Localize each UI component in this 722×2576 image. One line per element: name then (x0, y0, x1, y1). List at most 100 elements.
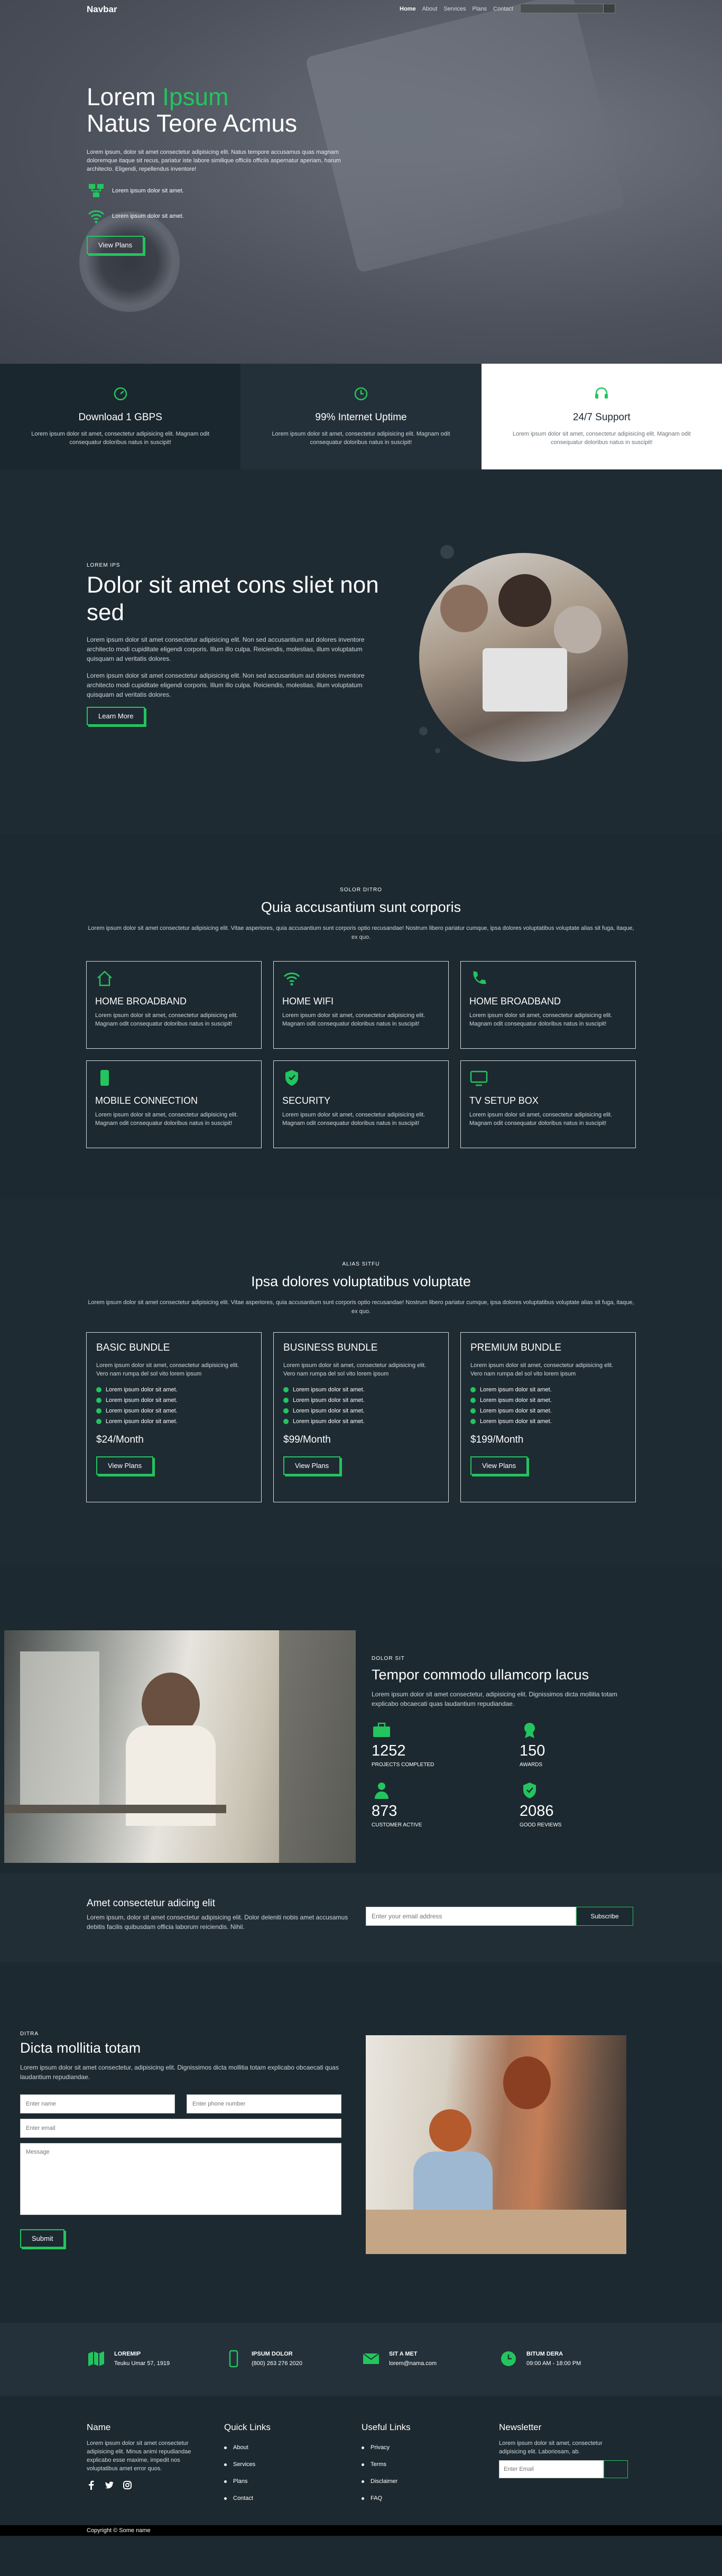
speedometer-icon (114, 387, 127, 401)
footer-link[interactable]: Plans (224, 2473, 362, 2490)
services-tag: SOLOR DITRO (340, 887, 382, 893)
services-title: Quia accusantium sunt corporis (261, 899, 461, 915)
stat-item: 2086 GOOD REVIEWS (520, 1781, 625, 1828)
footer-link[interactable]: Services (224, 2456, 362, 2473)
hero-feature: Lorem ipsum dolor sit amet. (87, 183, 362, 199)
stat-item: 873 CUSTOMER ACTIVE (372, 1781, 520, 1828)
navbar: Navbar Home About Services Plans Contact (0, 0, 722, 18)
subscribe-form: Subscribe (366, 1907, 633, 1926)
clock-icon (354, 387, 368, 401)
shield-icon (285, 1070, 298, 1086)
email-field[interactable] (20, 2119, 341, 2138)
hero-content: Lorem Ipsum Natus Teore Acmus Lorem ipsu… (87, 84, 362, 254)
view-plans-button[interactable]: View Plans (87, 236, 144, 254)
view-plans-button[interactable]: View Plans (470, 1456, 528, 1475)
services-description: Lorem ipsum dolor sit amet consectetur a… (88, 925, 634, 940)
stats-title: Tempor commodo ullamcorp lacus (372, 1667, 589, 1683)
plan-features: Lorem ipsum dolor sit amet. Lorem ipsum … (470, 1384, 626, 1427)
service-card[interactable]: MOBILE CONNECTION Lorem ipsum dolor sit … (86, 1060, 262, 1148)
service-card[interactable]: HOME BROADBAND Lorem ipsum dolor sit ame… (460, 961, 636, 1049)
footer-link[interactable]: FAQ (362, 2490, 499, 2507)
tv-icon (470, 1070, 488, 1086)
subscribe-email-input[interactable] (366, 1907, 576, 1926)
pricing-tag: ALIAS SITFU (342, 1261, 380, 1267)
brand-logo[interactable]: Navbar (87, 4, 117, 15)
stat-item: 150 AWARDS (520, 1721, 625, 1768)
contact-section: DITRA Dicta mollitia totam Lorem ipsum d… (0, 1962, 722, 2323)
message-field[interactable] (20, 2143, 341, 2215)
feature-box: 99% Internet Uptime Lorem ipsum dolor si… (240, 364, 482, 469)
footer-newsletter: Newsletter Lorem ipsum dolor sit amet, c… (499, 2422, 636, 2507)
footer-link[interactable]: Contact (224, 2490, 362, 2507)
footer-about: Name Lorem ipsum dolor sit amet consecte… (87, 2422, 224, 2507)
twitter-icon[interactable] (105, 2480, 114, 2490)
phone-field[interactable] (187, 2094, 341, 2113)
footer-link[interactable]: Privacy (362, 2439, 499, 2456)
services-grid: HOME BROADBAND Lorem ipsum dolor sit ame… (86, 961, 636, 1148)
search-input[interactable] (521, 4, 603, 13)
phone-icon (473, 971, 486, 984)
award-icon (524, 1723, 535, 1738)
learn-more-button[interactable]: Learn More (87, 707, 145, 725)
name-field[interactable] (20, 2094, 175, 2113)
view-plans-button[interactable]: View Plans (283, 1456, 341, 1475)
info-item: BITUM DERA 09:00 AM - 18:00 PM (499, 2349, 636, 2368)
subscribe-button[interactable]: Subscribe (576, 1907, 633, 1926)
pricing-section: ALIAS SITFU Ipsa dolores voluptatibus vo… (0, 1199, 722, 1567)
submit-button[interactable]: Submit (20, 2229, 65, 2248)
pricing-description: Lorem ipsum dolor sit amet consectetur a… (88, 1299, 634, 1315)
footer: Name Lorem ipsum dolor sit amet consecte… (0, 2396, 722, 2525)
nav-link-services[interactable]: Services (443, 6, 466, 12)
about-tag: LOREM IPS (87, 562, 121, 568)
wifi-icon (88, 210, 105, 224)
map-icon (88, 2351, 104, 2366)
search-button[interactable] (603, 4, 615, 13)
contact-form: DITRA Dicta mollitia totam Lorem ipsum d… (20, 2031, 341, 2248)
services-section: SOLOR DITRO Quia accusantium sunt corpor… (0, 834, 722, 1199)
service-card[interactable]: HOME WIFI Lorem ipsum dolor sit amet, co… (273, 961, 449, 1049)
stats-grid: 1252 PROJECTS COMPLETED 150 AWARDS 873 C… (372, 1721, 641, 1828)
info-item: IPSUM DOLOR (800) 263 276 2020 (224, 2349, 362, 2368)
nav-link-about[interactable]: About (422, 6, 438, 12)
info-item: LOREMIP Teuku Umar 57, 1919 (87, 2349, 224, 2368)
nav-link-contact[interactable]: Contact (493, 6, 513, 12)
search-form (520, 4, 615, 13)
office-photo (4, 1630, 356, 1863)
facebook-icon[interactable] (87, 2480, 96, 2490)
view-plans-button[interactable]: View Plans (96, 1456, 154, 1475)
plan-card: PREMIUM BUNDLE Lorem ipsum dolor sit ame… (460, 1332, 636, 1502)
nav-link-plans[interactable]: Plans (473, 6, 487, 12)
mobile-icon (100, 1070, 109, 1086)
social-links (87, 2480, 224, 2490)
footer-link[interactable]: Disclaimer (362, 2473, 499, 2490)
plan-price: $199/Month (470, 1434, 524, 1445)
service-card[interactable]: TV SETUP BOX Lorem ipsum dolor sit amet,… (460, 1060, 636, 1148)
newsletter-email-input[interactable] (499, 2460, 604, 2478)
nav-link-home[interactable]: Home (400, 6, 416, 12)
feature-box: 24/7 Support Lorem ipsum dolor sit amet,… (481, 364, 722, 469)
nav-links: Home About Services Plans Contact (400, 6, 513, 12)
info-item: SIT A MET lorem@nama.com (362, 2349, 499, 2368)
about-content: LOREM IPS Dolor sit amet cons sliet non … (87, 562, 383, 725)
stats-content: DOLOR SIT Tempor commodo ullamcorp lacus… (372, 1656, 641, 1828)
instagram-icon[interactable] (123, 2480, 132, 2490)
newsletter-submit-button[interactable] (604, 2460, 628, 2478)
service-card[interactable]: SECURITY Lorem ipsum dolor sit amet, con… (273, 1060, 449, 1148)
hero-title: Lorem Ipsum Natus Teore Acmus (87, 83, 298, 137)
subscribe-section: Amet consectetur adicing elit Lorem ipsu… (0, 1873, 722, 1962)
about-section: LOREM IPS Dolor sit amet cons sliet non … (0, 469, 722, 834)
network-icon (89, 184, 104, 197)
subscribe-title: Amet consectetur adicing elit (87, 1898, 215, 1909)
shield-check-icon (523, 1783, 536, 1798)
footer-link[interactable]: About (224, 2439, 362, 2456)
family-photo (366, 2035, 626, 2254)
footer-link[interactable]: Terms (362, 2456, 499, 2473)
plan-card: BASIC BUNDLE Lorem ipsum dolor sit amet,… (86, 1332, 262, 1502)
service-card[interactable]: HOME BROADBAND Lorem ipsum dolor sit ame… (86, 961, 262, 1049)
plan-features: Lorem ipsum dolor sit amet. Lorem ipsum … (283, 1384, 439, 1427)
user-icon (375, 1783, 388, 1799)
hero-section: Lorem Ipsum Natus Teore Acmus Lorem ipsu… (0, 0, 722, 364)
plan-price: $99/Month (283, 1434, 331, 1445)
mobile-icon (229, 2350, 238, 2368)
feature-box: Download 1 GBPS Lorem ipsum dolor sit am… (0, 364, 241, 469)
